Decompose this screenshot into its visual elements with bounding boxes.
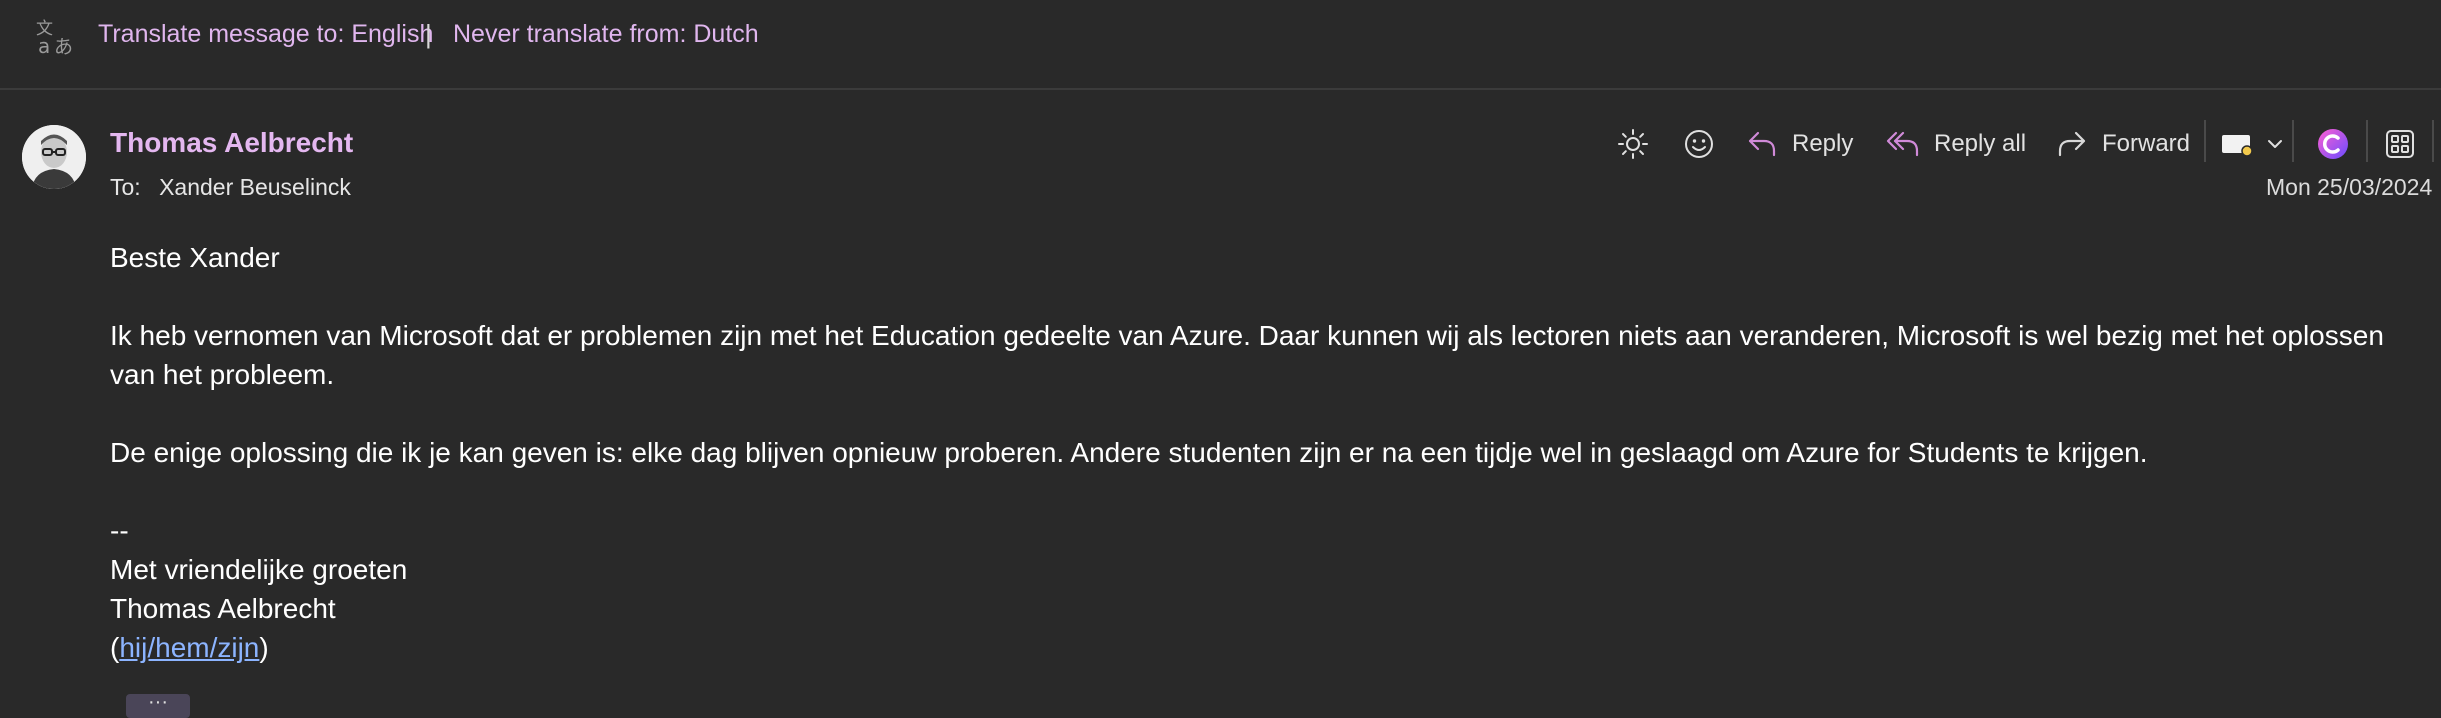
reply-icon bbox=[1748, 131, 1776, 157]
pronouns-close-paren: ) bbox=[259, 632, 269, 663]
body-paragraph-1: Ik heb vernomen van Microsoft dat er pro… bbox=[110, 320, 2384, 390]
message-date: Mon 25/03/2024 bbox=[2266, 174, 2433, 200]
apps-button[interactable] bbox=[2384, 126, 2416, 162]
copilot-icon bbox=[2318, 129, 2348, 159]
emoji-icon bbox=[1685, 130, 1713, 158]
greeting: Beste Xander bbox=[110, 242, 280, 273]
forward-icon bbox=[2058, 131, 2086, 157]
apps-icon bbox=[2386, 130, 2414, 158]
signature-closing: Met vriendelijke groeten bbox=[110, 554, 408, 585]
pronouns-link[interactable]: hij/hem/zijn bbox=[119, 632, 259, 663]
copilot-button[interactable] bbox=[2316, 126, 2350, 162]
reply-all-button[interactable]: Reply all bbox=[1886, 126, 2026, 162]
toolbar-divider bbox=[2366, 120, 2368, 162]
pronouns-open-paren: ( bbox=[110, 632, 120, 663]
tag-icon bbox=[2222, 135, 2253, 157]
never-translate-link[interactable]: Never translate from: Dutch bbox=[453, 20, 759, 49]
body-paragraph-2: De enige oplossing die ik je kan geven i… bbox=[110, 437, 2148, 468]
chevron-down-icon bbox=[2268, 140, 2282, 148]
signature-separator: -- bbox=[110, 515, 129, 546]
sender-name[interactable]: Thomas Aelbrecht bbox=[110, 127, 353, 159]
recipients-row: To: Xander Beuselinck bbox=[110, 174, 351, 201]
reply-button[interactable]: Reply bbox=[1746, 126, 1853, 162]
reply-label: Reply bbox=[1792, 130, 1854, 157]
emoji-button[interactable] bbox=[1682, 126, 1716, 162]
forward-label: Forward bbox=[2102, 130, 2191, 157]
toolbar-divider bbox=[2432, 120, 2434, 162]
svg-text:a: a bbox=[38, 34, 50, 56]
forward-button[interactable]: Forward bbox=[2056, 126, 2190, 162]
reply-all-icon bbox=[1886, 131, 1919, 157]
translate-separator: | bbox=[425, 19, 432, 49]
svg-text:あ: あ bbox=[54, 36, 73, 56]
brightness-icon bbox=[1618, 129, 1648, 159]
toolbar-divider bbox=[2204, 120, 2206, 162]
brightness-button[interactable] bbox=[1616, 126, 1650, 162]
translate-icon: 文 a あ bbox=[36, 19, 73, 56]
reply-all-label: Reply all bbox=[1934, 130, 2027, 157]
tag-dropdown-button[interactable] bbox=[2220, 126, 2284, 162]
person-avatar-icon bbox=[22, 125, 86, 189]
signature-name: Thomas Aelbrecht bbox=[110, 593, 336, 624]
to-label: To: bbox=[110, 174, 141, 200]
translation-bar: 文 a あ Translate message to: English | Ne… bbox=[0, 0, 2441, 90]
signature-pronouns: (hij/hem/zijn) bbox=[110, 628, 2400, 667]
recipient-name[interactable]: Xander Beuselinck bbox=[159, 174, 351, 200]
translate-message-link[interactable]: Translate message to: English bbox=[98, 20, 433, 49]
show-trimmed-content-button[interactable]: ··· bbox=[126, 692, 190, 718]
avatar[interactable] bbox=[22, 125, 86, 189]
toolbar-divider bbox=[2292, 120, 2294, 162]
message-body: Beste Xander Ik heb vernomen van Microso… bbox=[110, 238, 2400, 667]
